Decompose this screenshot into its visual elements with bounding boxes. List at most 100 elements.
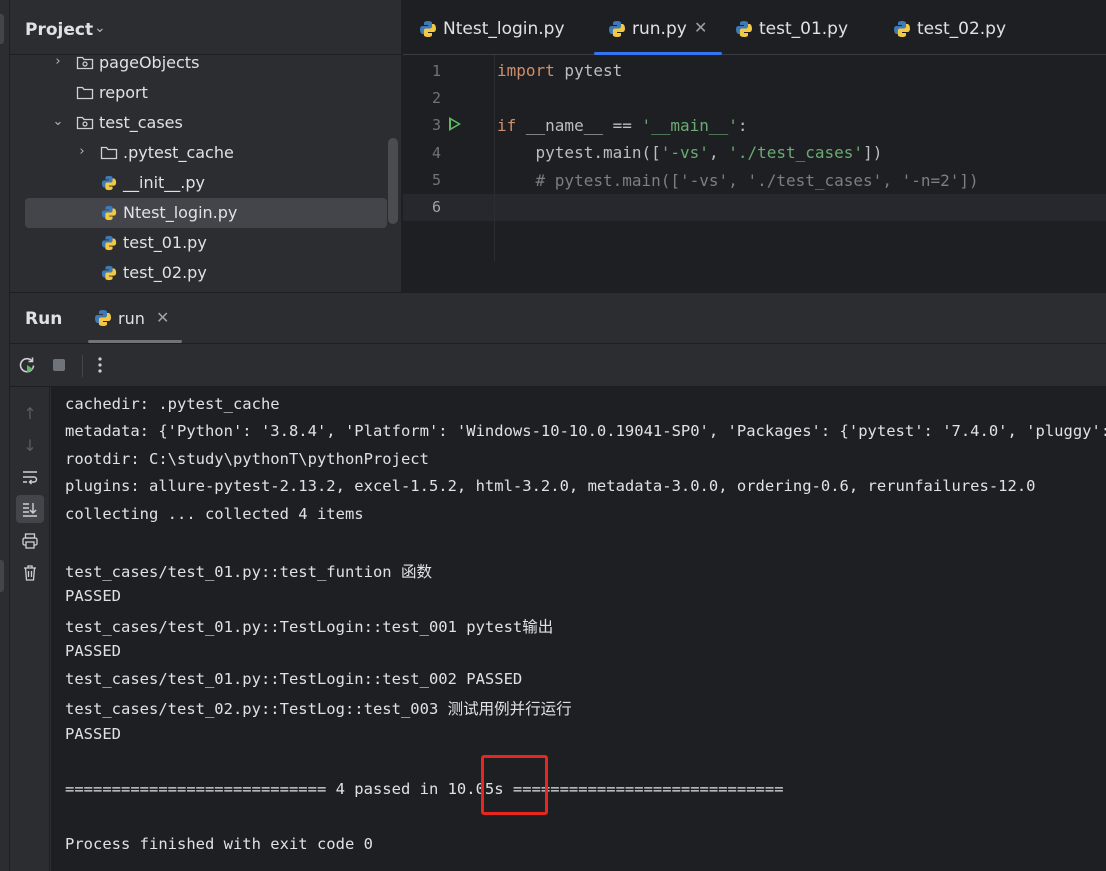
tool-strip-marker[interactable] [0,560,4,592]
tree-item-ntest-login-py[interactable]: Ntest_login.py [25,198,387,228]
left-tool-strip [0,0,10,871]
soft-wrap-button[interactable] [16,463,44,491]
active-tab-indicator [594,52,722,55]
tree-item-label: __init__.py [123,173,206,192]
tree-item-label: test_cases [99,113,183,132]
tree-item-label: test_02.py [123,263,207,282]
package-folder-icon [76,56,94,70]
up-arrow-button[interactable]: ↑ [16,399,44,427]
tab-run-py[interactable]: run.py ✕ [594,0,722,55]
project-tool-window: Project ⌄ › pageObjects report ⌄ test_ca… [10,0,402,292]
python-file-icon [101,175,117,191]
chevron-down-icon[interactable]: ⌄ [51,114,65,129]
tab-test-02-py[interactable]: test_02.py [893,0,1033,55]
console-line: cachedir: .pytest_cache [65,395,280,413]
run-title[interactable]: Run [25,309,62,329]
editor-bottom-area [403,261,1106,292]
scroll-to-end-icon [23,503,37,517]
tree-item-label: report [99,83,148,102]
tree-scrollbar[interactable] [388,138,398,224]
rerun-button[interactable] [15,353,39,377]
close-icon[interactable]: ✕ [694,18,707,37]
console-line: test_cases/test_01.py::test_funtion 函数 [65,563,432,581]
clear-all-button[interactable] [16,559,44,587]
tree-item-test-cases[interactable]: ⌄ test_cases [10,108,401,138]
arrow-down-icon: ↓ [23,435,37,455]
more-options-button[interactable] [88,353,112,377]
console-output[interactable]: cachedir: .pytest_cache metadata: {'Pyth… [51,387,1106,871]
tab-label: test_02.py [917,19,1007,39]
code-line-4[interactable]: pytest.main(['-vs', './test_cases']) [497,143,883,162]
chevron-right-icon[interactable]: › [51,54,65,69]
console-line: test_cases/test_01.py::TestLogin::test_0… [65,618,554,636]
tree-item-pageobjects[interactable]: › pageObjects [10,48,401,78]
tree-item-pytest-cache[interactable]: › .pytest_cache [10,138,401,168]
stop-icon [53,359,65,371]
console-line: test_cases/test_02.py::TestLog::test_003… [65,700,572,718]
console-line: rootdir: C:\study\pythonT\pythonProject [65,450,429,468]
python-file-icon [101,205,117,221]
tab-label: run.py [632,19,687,39]
console-line: PASSED [65,725,121,743]
code-text: , [708,143,729,162]
tree-item-init-py[interactable]: __init__.py [10,168,401,198]
tree-item-report[interactable]: report [10,78,401,108]
stop-button[interactable] [47,353,71,377]
code-text: pytest.main([ [497,143,661,162]
code-string: '-vs' [660,143,709,162]
chevron-down-icon[interactable]: ⌄ [94,20,106,36]
chevron-right-icon[interactable]: › [75,144,89,159]
console-exit-line: Process finished with exit code 0 [65,835,373,853]
project-title[interactable]: Project [25,20,93,40]
code-line-1[interactable]: import pytest [497,61,622,80]
tree-item-test-01-py[interactable]: test_01.py [10,228,401,258]
code-line-5[interactable]: # pytest.main(['-vs', './test_cases', '-… [497,171,979,190]
code-line-3[interactable]: if __name__ == '__main__': [497,116,747,135]
python-file-icon [736,21,752,37]
console-line: PASSED [65,587,121,605]
tree-item-label: pageObjects [99,53,200,72]
code-string: './test_cases' [728,143,864,162]
trash-icon [24,565,36,581]
code-text: __name__ == [516,116,642,135]
folder-icon [100,146,118,160]
line-number: 6 [431,198,441,216]
run-toolbar [10,343,1106,387]
console-line: PASSED [65,642,121,660]
tree-item-label: test_01.py [123,233,207,252]
python-file-icon [609,21,625,37]
tab-test-01-py[interactable]: test_01.py [735,0,875,55]
down-arrow-button[interactable]: ↓ [16,431,44,459]
tree-item-label: Ntest_login.py [123,203,238,222]
run-tab-label: run [118,309,145,328]
tree-item-test-02-py[interactable]: test_02.py [10,258,401,288]
python-file-icon [101,265,117,281]
python-file-icon [101,235,117,251]
code-text: ]) [863,143,883,162]
arrow-up-icon: ↑ [23,403,37,423]
tab-label: test_01.py [759,19,849,39]
console-line: collecting ... collected 4 items [65,505,364,523]
tab-ntest-login-py[interactable]: Ntest_login.py [419,0,589,55]
print-button[interactable] [16,527,44,555]
code-string: '__main__' [641,116,738,135]
close-icon[interactable]: ✕ [156,308,169,327]
console-side-toolbar: ↑ ↓ [10,387,50,871]
package-folder-icon [76,116,94,130]
code-keyword: import [497,61,555,80]
more-vertical-icon [98,357,102,373]
console-line: plugins: allure-pytest-2.13.2, excel-1.5… [65,477,1036,495]
line-number: 1 [431,62,441,80]
run-config-tab[interactable]: run ✕ [88,293,192,343]
scroll-to-end-button[interactable] [16,495,44,523]
tree-item-label: .pytest_cache [123,143,234,162]
console-line: test_cases/test_01.py::TestLogin::test_0… [65,670,523,688]
line-number: 2 [431,89,441,107]
printer-icon [22,533,38,549]
line-number-gutter: 1 2 3 4 5 6 [403,55,495,261]
code-editor: Ntest_login.py run.py ✕ test_01.py test_… [403,0,1106,292]
tool-strip-marker[interactable] [0,14,4,44]
run-gutter-icon-inner [451,120,458,128]
current-line-highlight [403,194,1106,221]
code-text: pytest [554,61,623,80]
